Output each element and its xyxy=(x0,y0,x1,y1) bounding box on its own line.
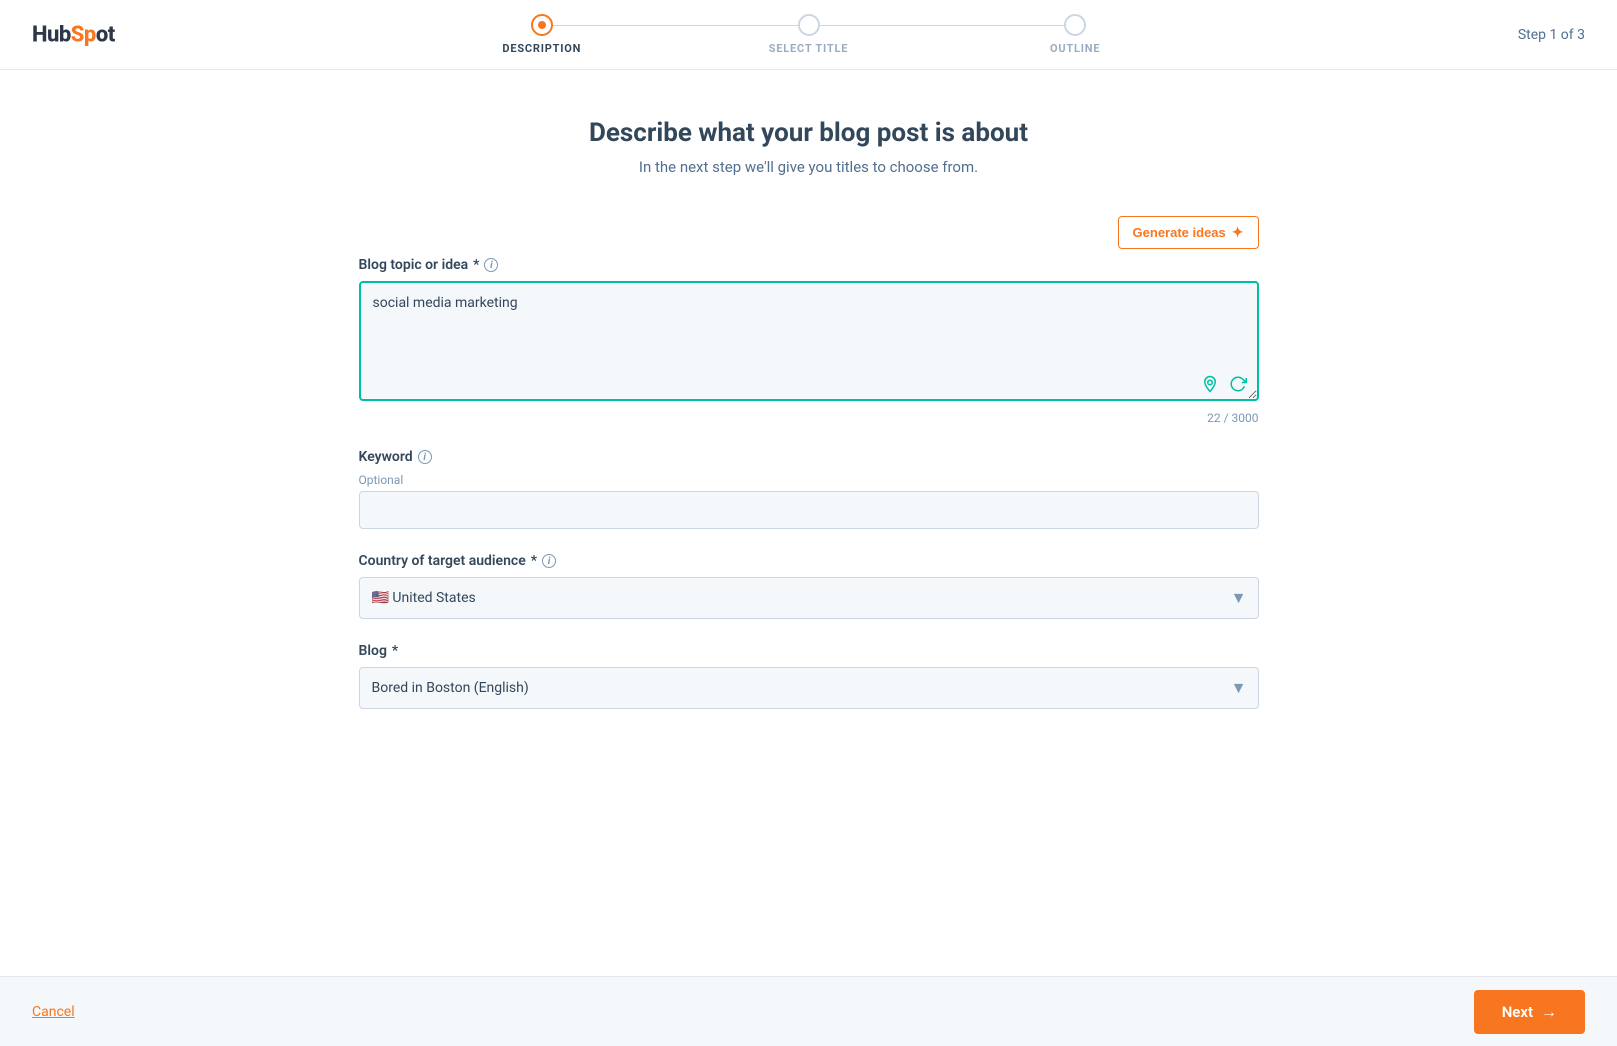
keyword-label: Keyword i xyxy=(359,449,432,465)
country-label-row: Country of target audience * i xyxy=(359,553,1259,573)
page-title: Describe what your blog post is about xyxy=(589,118,1028,148)
blog-topic-label-text: Blog topic or idea xyxy=(359,257,469,273)
keyword-section: Keyword i Optional xyxy=(359,449,1259,529)
cancel-button[interactable]: Cancel xyxy=(32,1004,75,1020)
logo-ot: ot xyxy=(96,22,115,47)
step-1-label: DESCRIPTION xyxy=(502,42,581,55)
blog-required: * xyxy=(392,643,398,659)
page-subtitle: In the next step we'll give you titles t… xyxy=(639,158,978,176)
blog-topic-textarea[interactable]: social media marketing xyxy=(359,281,1259,401)
blog-topic-info-icon[interactable]: i xyxy=(484,258,498,272)
step-1-circle xyxy=(531,14,553,36)
step-3-label: OUTLINE xyxy=(1050,42,1100,55)
keyword-label-row: Keyword i xyxy=(359,449,1259,469)
step-select-title: SELECT TITLE xyxy=(675,14,942,55)
blog-topic-required: * xyxy=(473,257,479,273)
logo-text: HubSpot xyxy=(32,22,115,47)
country-section: Country of target audience * i 🇺🇸 United… xyxy=(359,553,1259,619)
blog-topic-section: Blog topic or idea * i social media mark… xyxy=(359,257,1259,425)
step-2-label: SELECT TITLE xyxy=(769,42,849,55)
country-required: * xyxy=(531,553,537,569)
refresh-icon[interactable] xyxy=(1227,373,1249,395)
pin-icon[interactable] xyxy=(1199,373,1221,395)
country-label-text: Country of target audience xyxy=(359,553,526,569)
blog-label-row: Blog * xyxy=(359,643,1259,663)
country-select-wrapper: 🇺🇸 United States 🇬🇧 United Kingdom 🇨🇦 Ca… xyxy=(359,577,1259,619)
step-2-circle xyxy=(798,14,820,36)
keyword-input[interactable] xyxy=(359,491,1259,529)
blog-topic-label: Blog topic or idea * i xyxy=(359,257,499,273)
step-outline: OUTLINE xyxy=(942,14,1209,55)
generate-ideas-button[interactable]: Generate ideas ✦ xyxy=(1118,216,1259,249)
country-select[interactable]: 🇺🇸 United States 🇬🇧 United Kingdom 🇨🇦 Ca… xyxy=(359,577,1259,619)
blog-label-text: Blog xyxy=(359,643,387,659)
step-3-circle xyxy=(1064,14,1086,36)
next-label: Next xyxy=(1502,1003,1533,1021)
generate-btn-row: Generate ideas ✦ xyxy=(359,216,1259,249)
blog-topic-label-row: Blog topic or idea * i xyxy=(359,257,1259,277)
country-info-icon[interactable]: i xyxy=(542,554,556,568)
form-container: Generate ideas ✦ Blog topic or idea * i … xyxy=(359,216,1259,733)
blog-topic-textarea-wrapper: social media marketing xyxy=(359,281,1259,405)
blog-select-wrapper: Bored in Boston (English) Other Blog ▼ xyxy=(359,667,1259,709)
country-label: Country of target audience * i xyxy=(359,553,557,569)
logo: HubSpot xyxy=(32,22,115,47)
textarea-icons xyxy=(1199,373,1249,395)
logo-sp: Sp xyxy=(71,22,96,47)
keyword-info-icon[interactable]: i xyxy=(418,450,432,464)
spark-icon: ✦ xyxy=(1232,224,1244,241)
blog-label: Blog * xyxy=(359,643,399,659)
blog-section: Blog * Bored in Boston (English) Other B… xyxy=(359,643,1259,709)
keyword-label-text: Keyword xyxy=(359,449,413,465)
char-count: 22 / 3000 xyxy=(359,411,1259,425)
keyword-optional-text: Optional xyxy=(359,473,1259,487)
logo-hub: Hub xyxy=(32,22,71,47)
next-button[interactable]: Next → xyxy=(1474,990,1585,1034)
header: HubSpot DESCRIPTION SELECT TITLE xyxy=(0,0,1617,70)
step-of-label: Step 1 of 3 xyxy=(1518,27,1585,43)
next-arrow-icon: → xyxy=(1541,1002,1557,1022)
progress-stepper: DESCRIPTION SELECT TITLE OUTLINE xyxy=(409,14,1209,55)
step-description: DESCRIPTION xyxy=(409,14,676,55)
main-content: Describe what your blog post is about In… xyxy=(0,70,1617,733)
blog-select[interactable]: Bored in Boston (English) Other Blog xyxy=(359,667,1259,709)
generate-label: Generate ideas xyxy=(1133,225,1226,240)
footer: Cancel Next → xyxy=(0,976,1617,1046)
